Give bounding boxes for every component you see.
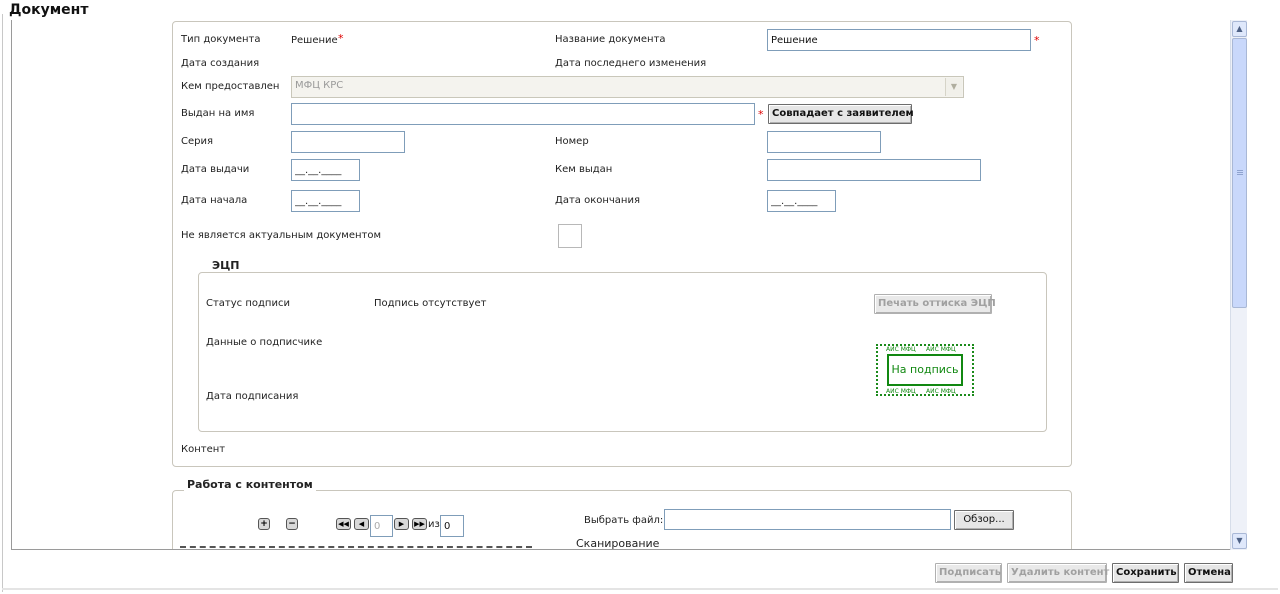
required-marker: *	[758, 108, 764, 121]
file-path-input[interactable]	[664, 509, 951, 530]
chevron-down-icon[interactable]: ▼	[945, 78, 962, 96]
stamp-text: На подпись	[887, 354, 963, 386]
window-border	[2, 14, 3, 592]
issue-date-label: Дата выдачи	[181, 164, 250, 175]
provided-by-value: МФЦ КРС	[295, 80, 344, 91]
end-date-label: Дата окончания	[555, 195, 640, 206]
signature-stamp-image: АИС МФЦ АИС МФЦ АИС МФЦ АИС МФЦ На подпи…	[876, 344, 974, 396]
window-title: Документ	[9, 2, 89, 18]
issued-by-label: Кем выдан	[555, 164, 613, 175]
doc-name-input[interactable]	[767, 29, 1031, 51]
doc-type-value: Решение	[291, 35, 338, 46]
required-marker: *	[338, 32, 344, 45]
cancel-button[interactable]: Отмена	[1184, 563, 1233, 583]
sign-button[interactable]: Подписать	[935, 563, 1002, 583]
last-page-icon[interactable]: ▶▶	[412, 518, 427, 530]
zoom-in-button[interactable]: +	[258, 518, 270, 530]
issued-to-input[interactable]	[291, 103, 755, 125]
scan-fieldset	[564, 549, 1034, 550]
provided-by-label: Кем предоставлен	[181, 81, 280, 92]
save-button[interactable]: Сохранить	[1112, 563, 1179, 583]
zoom-out-button[interactable]: −	[286, 518, 298, 530]
next-page-icon[interactable]: ▶	[394, 518, 409, 530]
preview-frame	[180, 546, 532, 549]
same-as-applicant-button[interactable]: Совпадает с заявителем	[768, 104, 914, 124]
not-actual-label: Не является актуальным документом	[181, 230, 382, 241]
start-date-label: Дата начала	[181, 195, 248, 206]
not-actual-checkbox[interactable]	[558, 224, 582, 248]
number-label: Номер	[555, 136, 589, 147]
required-marker: *	[1034, 34, 1040, 47]
signer-data-label: Данные о подписчике	[206, 337, 323, 348]
footer-divider	[2, 588, 1278, 590]
scroll-down-icon[interactable]: ▼	[1232, 533, 1247, 549]
browse-button[interactable]: Обзор...	[954, 510, 1014, 530]
content-work-legend: Работа с контентом	[184, 478, 316, 491]
signature-legend: ЭЦП	[209, 259, 243, 272]
signature-status-label: Статус подписи	[206, 298, 290, 309]
of-label: из	[428, 519, 440, 530]
first-page-icon[interactable]: ◀◀	[336, 518, 351, 530]
issued-to-label: Выдан на имя	[181, 108, 255, 119]
content-label: Контент	[181, 444, 226, 455]
provided-by-select[interactable]: МФЦ КРС ▼	[291, 76, 964, 98]
doc-type-label: Тип документа	[181, 34, 261, 45]
issued-by-input[interactable]	[767, 159, 981, 181]
page-number-input[interactable]	[370, 515, 393, 537]
stamp-border-text-bottom: АИС МФЦ	[886, 388, 916, 395]
series-label: Серия	[181, 136, 213, 147]
choose-file-label: Выбрать файл:	[584, 515, 664, 526]
print-signature-button[interactable]: Печать оттиска ЭЦП	[874, 294, 996, 314]
signing-date-label: Дата подписания	[206, 391, 299, 402]
stamp-border-text-top: АИС МФЦ	[886, 346, 916, 353]
start-date-input[interactable]	[291, 190, 360, 212]
end-date-input[interactable]	[767, 190, 836, 212]
number-input[interactable]	[767, 131, 881, 153]
created-date-label: Дата создания	[181, 58, 260, 69]
doc-name-label: Название документа	[555, 34, 666, 45]
scroll-up-icon[interactable]: ▲	[1232, 21, 1247, 37]
scrollbar-thumb[interactable]	[1232, 38, 1247, 308]
scan-legend: Сканирование	[573, 537, 663, 549]
delete-content-button[interactable]: Удалить контент	[1007, 563, 1109, 583]
vertical-scrollbar[interactable]: ▲ ▼	[1230, 20, 1247, 550]
total-pages-input[interactable]	[440, 515, 464, 537]
scroll-area[interactable]: Тип документа Решение * Название докумен…	[11, 20, 1247, 550]
prev-page-icon[interactable]: ◀	[354, 518, 369, 530]
stamp-border-text-bottom: АИС МФЦ	[926, 388, 956, 395]
signature-status-value: Подпись отсутствует	[374, 298, 487, 309]
stamp-border-text-top: АИС МФЦ	[926, 346, 956, 353]
series-input[interactable]	[291, 131, 405, 153]
modified-date-label: Дата последнего изменения	[555, 58, 707, 69]
issue-date-input[interactable]	[291, 159, 360, 181]
